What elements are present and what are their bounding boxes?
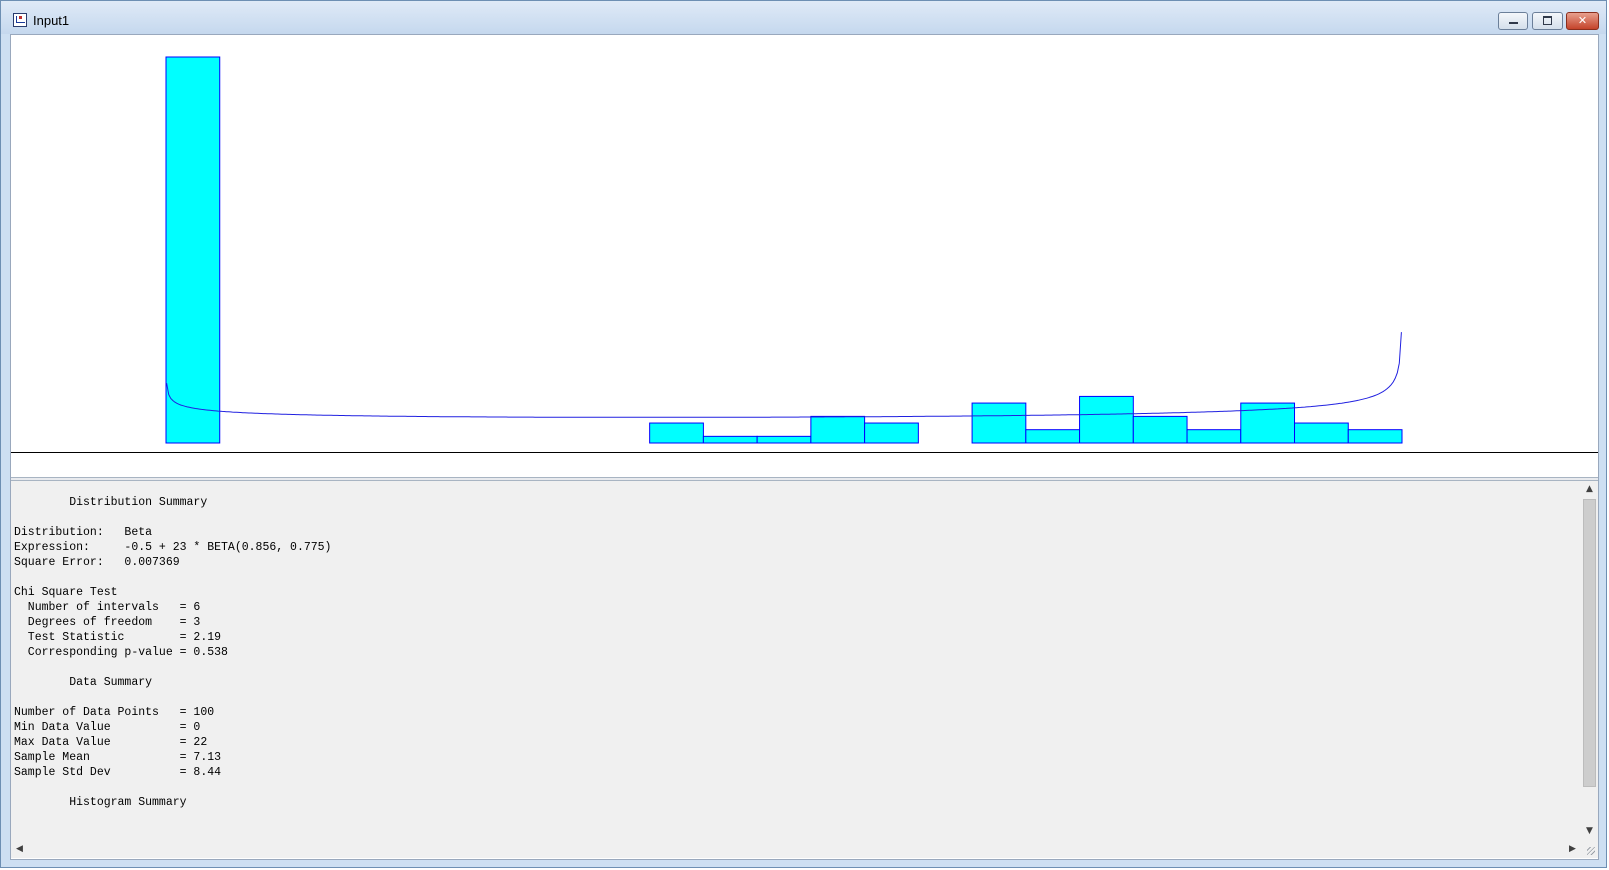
- expression-line: Expression: -0.5 + 23 * BETA(0.856, 0.77…: [14, 541, 332, 554]
- chi-line: Test Statistic = 2.19: [14, 631, 222, 644]
- histogram-bar: [165, 56, 221, 444]
- minimize-button[interactable]: [1498, 12, 1528, 30]
- histogram-bar: [1079, 395, 1134, 444]
- histogram-bar: [649, 422, 704, 444]
- histogram-bar: [702, 435, 758, 444]
- histogram-summary-heading: Histogram Summary: [14, 796, 187, 809]
- fitted-beta-curve: [166, 332, 1402, 418]
- scroll-right-arrow-icon[interactable]: ▶: [1564, 841, 1581, 858]
- distribution-line: Distribution: Beta: [14, 526, 153, 539]
- app-document-icon[interactable]: [13, 13, 27, 27]
- app-window: Input1 ✕ Distribution Summary Distributi…: [0, 0, 1607, 868]
- summary-report: Distribution Summary Distribution: Beta …: [14, 495, 331, 810]
- distribution-summary-heading: Distribution Summary: [14, 496, 208, 509]
- square-error-line: Square Error: 0.007369: [14, 556, 180, 569]
- histogram-bar: [1186, 429, 1242, 444]
- histogram-bar: [1132, 415, 1188, 444]
- scroll-up-arrow-icon[interactable]: ▲: [1581, 481, 1598, 498]
- close-icon: ✕: [1577, 14, 1588, 27]
- histogram-bar: [756, 435, 812, 444]
- data-line: Number of Data Points = 100: [14, 706, 215, 719]
- data-line: Min Data Value = 0: [14, 721, 201, 734]
- histogram-bar: [864, 422, 919, 444]
- chi-square-heading: Chi Square Test: [14, 586, 118, 599]
- histogram-bar: [1294, 422, 1349, 444]
- data-line: Max Data Value = 22: [14, 736, 208, 749]
- histogram-bar: [1025, 429, 1081, 444]
- vertical-scroll-thumb[interactable]: [1583, 499, 1596, 787]
- maximize-button[interactable]: [1532, 12, 1563, 30]
- document-content: Distribution Summary Distribution: Beta …: [10, 34, 1599, 860]
- chi-line: Number of intervals = 6: [14, 601, 201, 614]
- data-line: Sample Mean = 7.13: [14, 751, 222, 764]
- data-summary-heading: Data Summary: [14, 676, 153, 689]
- title-bar[interactable]: Input1 ✕: [1, 1, 1606, 34]
- summary-text-pane[interactable]: Distribution Summary Distribution: Beta …: [11, 481, 1598, 858]
- resize-grip-icon[interactable]: [1581, 841, 1598, 858]
- histogram-svg: [165, 56, 1403, 444]
- chi-line: Corresponding p-value = 0.538: [14, 646, 228, 659]
- scroll-down-arrow-icon[interactable]: ▼: [1581, 823, 1598, 840]
- histogram-chart: [11, 35, 1598, 477]
- window-title: Input1: [33, 13, 70, 28]
- histogram-bar: [1347, 429, 1403, 444]
- close-button[interactable]: ✕: [1566, 12, 1599, 30]
- chart-baseline: [11, 452, 1598, 453]
- vertical-scrollbar[interactable]: ▲ ▼: [1581, 481, 1598, 840]
- histogram-bar: [810, 415, 866, 444]
- data-line: Sample Std Dev = 8.44: [14, 766, 222, 779]
- horizontal-scrollbar[interactable]: ◀ ▶: [11, 841, 1581, 858]
- histogram-bar: [971, 402, 1027, 444]
- scroll-left-arrow-icon[interactable]: ◀: [11, 841, 28, 858]
- chi-line: Degrees of freedom = 3: [14, 616, 201, 629]
